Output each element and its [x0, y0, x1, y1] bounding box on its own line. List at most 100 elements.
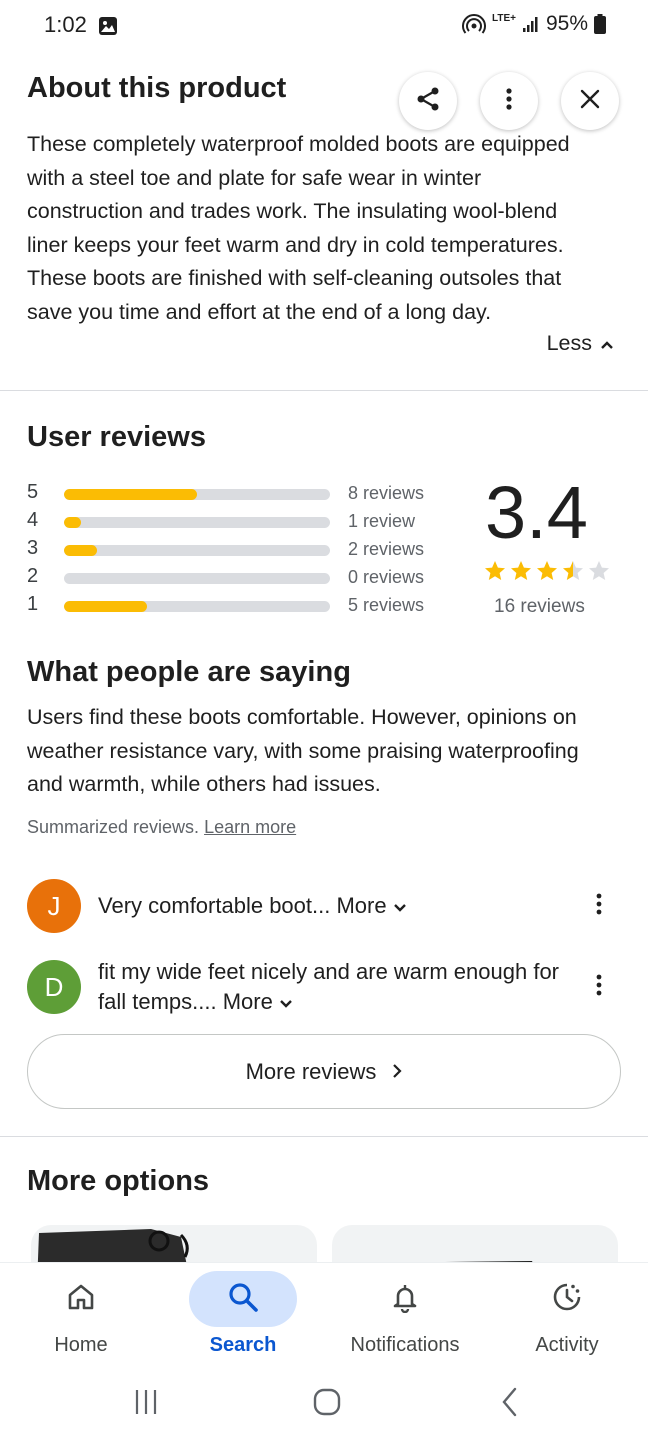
nav-icon-container [513, 1271, 621, 1327]
rating-count: 2 reviews [348, 539, 425, 559]
rating-star-level: 5 [27, 481, 39, 503]
star-icon [563, 561, 583, 580]
review-item[interactable]: D fit my wide feet nicely and are warm e… [27, 955, 621, 1019]
review-menu-button[interactable] [587, 972, 611, 1002]
nav-label: Notifications [350, 1334, 460, 1356]
battery-icon [594, 14, 606, 34]
review-more-label: More [336, 893, 387, 918]
summary-note: Summarized reviews. Learn more [27, 817, 296, 838]
review-item[interactable]: J Very comfortable boot... More [27, 879, 621, 935]
rating-count: 8 reviews [348, 483, 425, 503]
recent-apps-icon [132, 1388, 160, 1421]
gallery-notification-icon [98, 16, 118, 36]
more-options-title: More options [27, 1165, 210, 1197]
close-icon [579, 88, 601, 115]
star-icon [537, 561, 557, 580]
status-indicators: LTE+ 95% [462, 12, 606, 36]
nav-icon-container [189, 1271, 297, 1327]
average-rating: 3.4 [485, 471, 588, 554]
product-description: These completely waterproof molded boots… [27, 132, 570, 324]
avatar: D [27, 960, 81, 1014]
rating-row[interactable]: 4 1 review [27, 509, 447, 537]
search-icon [226, 1280, 260, 1319]
star-icon [589, 561, 609, 580]
summary-text: Users find these boots comfortable. Howe… [27, 705, 579, 797]
more-vert-icon [596, 974, 602, 1001]
nav-search[interactable]: Search [162, 1263, 324, 1373]
review-snippet: fit my wide feet nicely and are warm eno… [98, 957, 568, 1017]
more-options-button[interactable] [480, 72, 538, 130]
more-reviews-label: More reviews [245, 1058, 377, 1084]
nav-label: Search [209, 1334, 277, 1356]
rating-bar [64, 545, 330, 556]
nav-label: Home [54, 1334, 108, 1356]
status-time: 1:02 [44, 12, 87, 37]
close-button[interactable] [561, 72, 619, 130]
review-text: fit my wide feet nicely and are warm eno… [98, 959, 560, 1014]
star-icon [511, 561, 531, 580]
chevron-down-icon [393, 891, 407, 921]
home-icon [65, 1281, 97, 1318]
avatar: J [27, 879, 81, 933]
more-reviews-button[interactable]: More reviews [27, 1034, 621, 1109]
more-vert-icon [505, 87, 513, 116]
battery-percent: 95% [545, 12, 588, 35]
review-text: Very comfortable boot... [98, 893, 331, 918]
user-reviews-title: User reviews [27, 421, 206, 453]
home-system-button[interactable] [307, 1384, 347, 1424]
rating-star-level: 1 [27, 593, 39, 615]
hotspot-icon [462, 13, 486, 35]
star-rating [483, 559, 611, 583]
share-icon [414, 85, 442, 118]
bottom-navigation: Home Search Notifications Activity [0, 1262, 648, 1372]
system-navigation-bar [0, 1372, 648, 1440]
activity-icon [550, 1280, 584, 1319]
bell-icon [389, 1281, 421, 1318]
signal-icon [522, 15, 540, 33]
rating-row[interactable]: 3 2 reviews [27, 537, 447, 565]
rating-bar [64, 601, 330, 612]
less-label: Less [546, 331, 592, 355]
rating-star-level: 2 [27, 565, 39, 587]
review-more-label: More [222, 989, 273, 1014]
rating-count: 1 review [348, 511, 416, 531]
rating-row[interactable]: 5 8 reviews [27, 481, 447, 509]
learn-more-link[interactable]: Learn more [204, 817, 296, 837]
home-circle-icon [312, 1387, 342, 1422]
rating-row[interactable]: 2 0 reviews [27, 565, 447, 593]
rating-bar-fill [64, 517, 81, 528]
nav-icon-container [27, 1271, 135, 1327]
rating-bar-fill [64, 601, 148, 612]
back-button[interactable] [490, 1384, 530, 1424]
rating-bar [64, 517, 330, 528]
review-more-link[interactable]: More [336, 891, 406, 921]
review-more-link[interactable]: More [223, 987, 293, 1017]
rating-row[interactable]: 1 5 reviews [27, 593, 447, 621]
star-icon [485, 561, 505, 580]
more-vert-icon [596, 893, 602, 920]
chevron-right-icon [392, 1059, 402, 1085]
rating-count: 0 reviews [348, 567, 425, 587]
section-divider [0, 1136, 648, 1137]
summary-title: What people are saying [27, 656, 351, 688]
nav-home[interactable]: Home [0, 1263, 162, 1373]
nav-label: Activity [535, 1334, 599, 1356]
recent-apps-button[interactable] [126, 1384, 166, 1424]
chevron-up-icon [600, 331, 614, 356]
summary-note-text: Summarized reviews. [27, 817, 200, 837]
rating-bar [64, 573, 330, 584]
nav-activity[interactable]: Activity [486, 1263, 648, 1373]
network-type: LTE+ [491, 13, 516, 24]
rating-bar-fill [64, 489, 197, 500]
chevron-down-icon [279, 987, 293, 1017]
review-menu-button[interactable] [587, 891, 611, 921]
rating-count: 5 reviews [348, 595, 425, 615]
nav-icon-container [351, 1271, 459, 1327]
less-toggle[interactable]: Less [547, 331, 614, 356]
rating-star-level: 4 [27, 509, 39, 531]
rating-star-level: 3 [27, 537, 39, 559]
about-title: About this product [27, 72, 287, 104]
nav-notifications[interactable]: Notifications [324, 1263, 486, 1373]
share-button[interactable] [399, 72, 457, 130]
section-divider [0, 390, 648, 391]
